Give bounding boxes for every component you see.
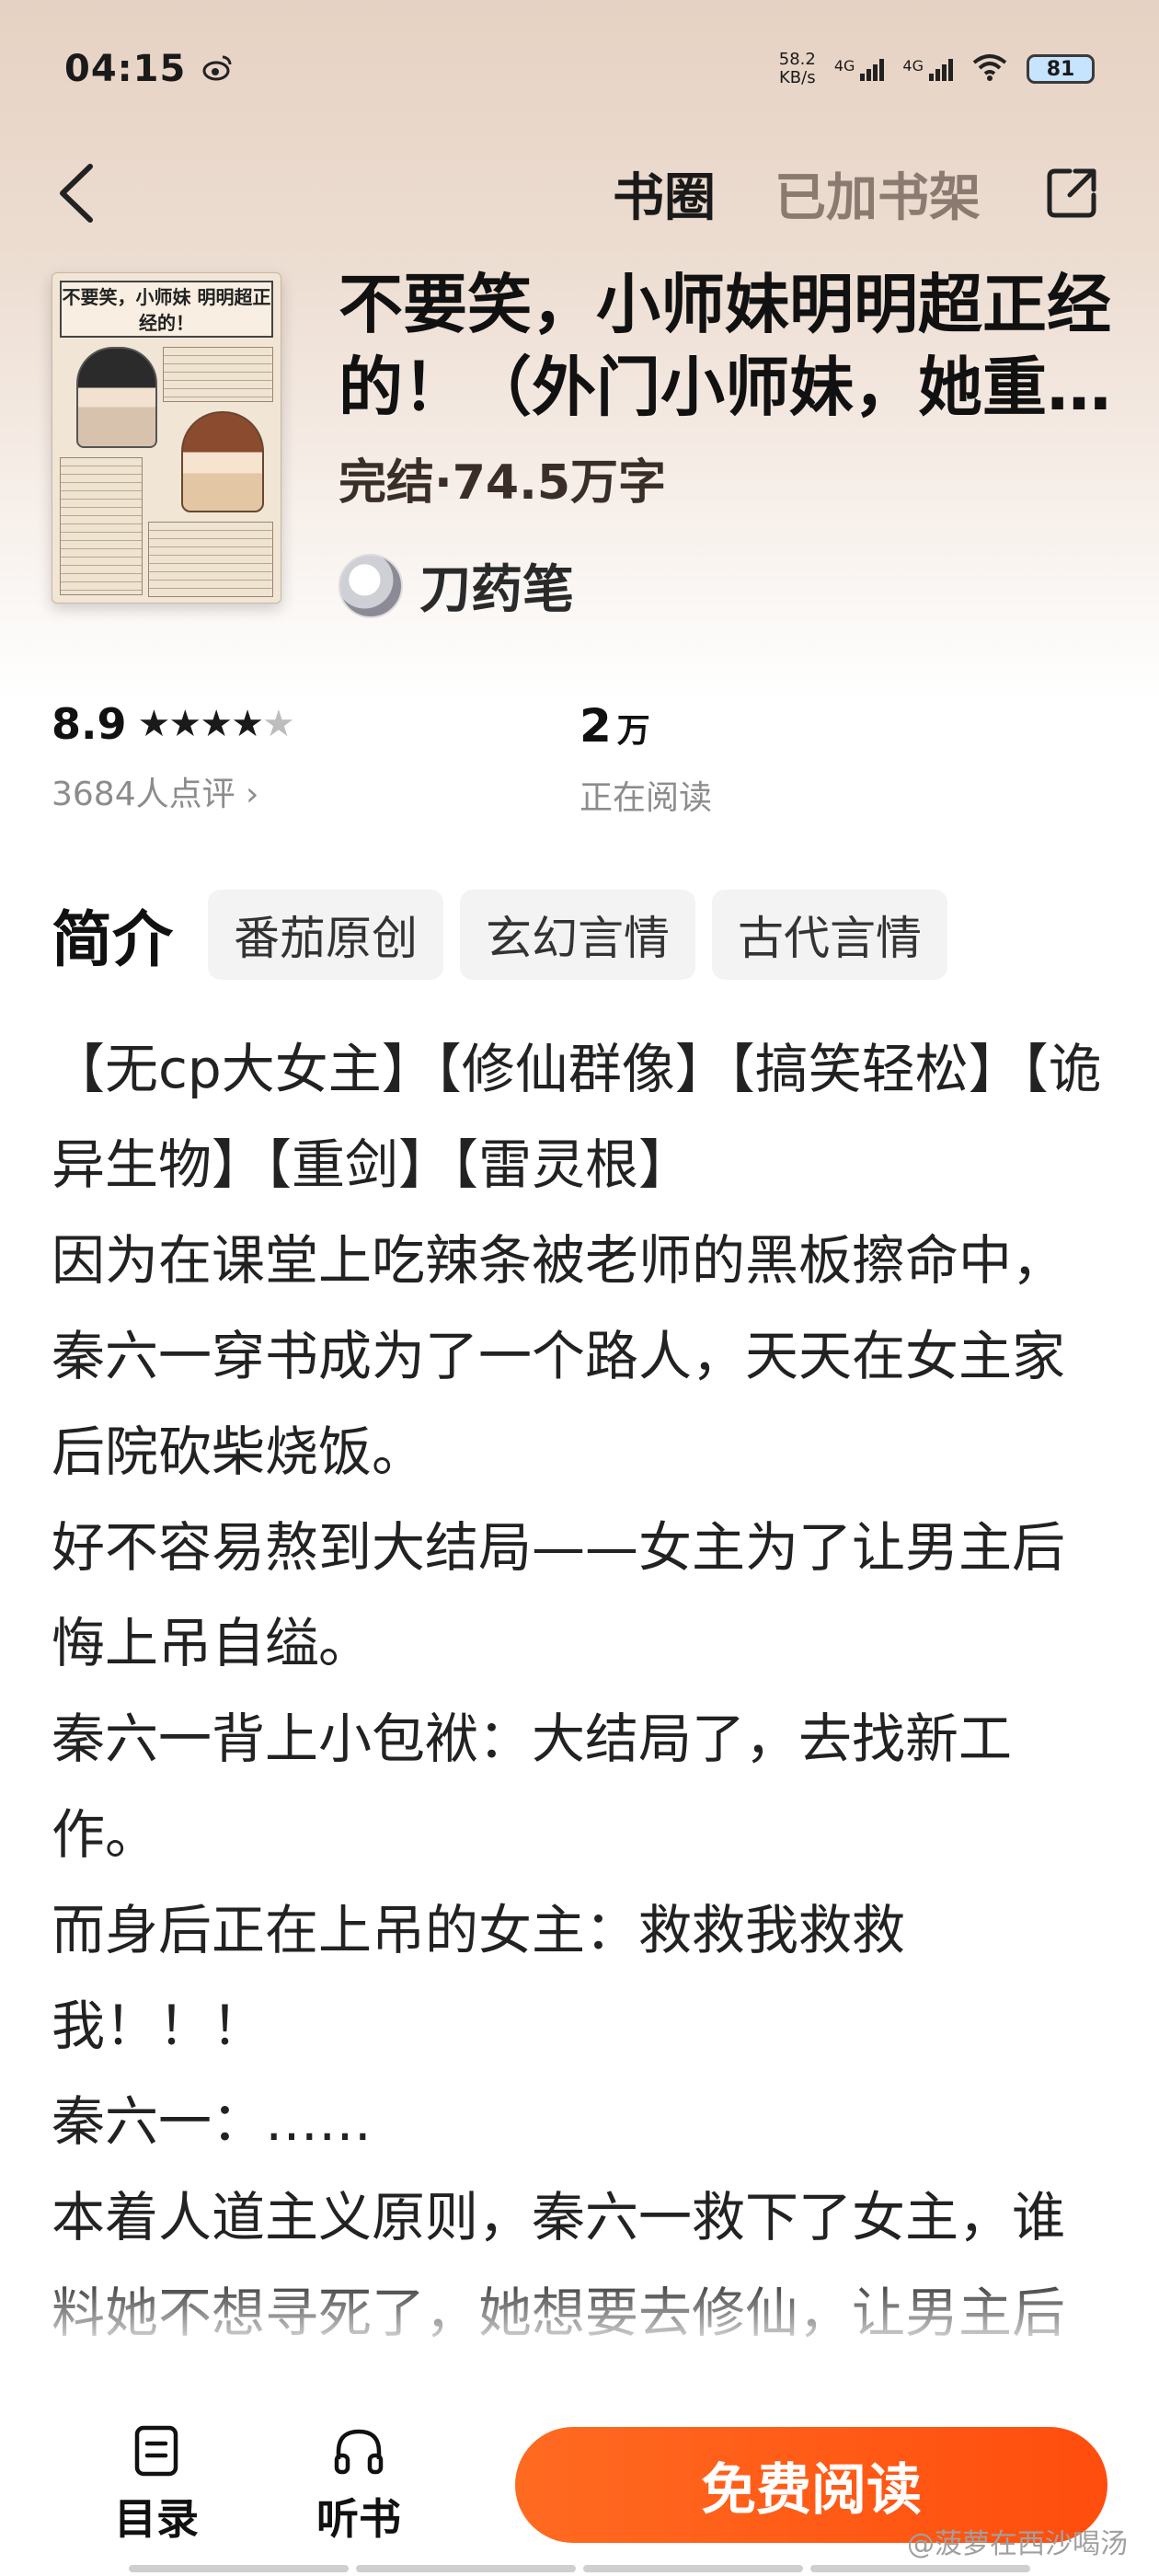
wifi-icon [971, 53, 1008, 86]
listen-button[interactable]: 听书 [304, 2423, 414, 2547]
review-count-link[interactable]: 3684人点评 › [52, 767, 293, 815]
reading-count: 2 [580, 699, 612, 753]
chevron-left-icon [60, 164, 93, 223]
rating-score: 8.9 [52, 699, 127, 749]
synopsis-paragraph: 秦六一：…… [52, 2090, 373, 2153]
reading-block: 2万 正在阅读 [580, 699, 712, 819]
book-circle-link[interactable]: 书圈 [613, 156, 716, 231]
book-cover[interactable]: 不要笑，小师妹 明明超正经的！ [52, 272, 281, 604]
rating-block[interactable]: 8.9 ★★★★★ 3684人点评 › [52, 699, 295, 815]
status-time: 04:15 [64, 48, 187, 90]
tag-chip[interactable]: 古代言情 [712, 890, 947, 980]
tag-chip[interactable]: 番茄原创 [208, 890, 443, 980]
author-row[interactable]: 刀药笔 [339, 548, 574, 623]
catalog-icon [134, 2425, 178, 2477]
synopsis-paragraph: 因为在课堂上吃辣条被老师的黑板擦命中，秦六一穿书成为了一个路人，天天在女主家后院… [52, 1229, 1066, 1483]
star-rating-icon: ★★★★★ [137, 703, 295, 745]
share-button[interactable] [1039, 161, 1104, 225]
intro-header: 简介 番茄原创 玄幻言情 古代言情 [52, 889, 947, 981]
author-name[interactable]: 刀药笔 [419, 548, 574, 623]
status-bar: 04:15 58.2 KB/s 4G 4G 81 [0, 37, 1159, 101]
book-status-wordcount: 完结·74.5万字 [339, 455, 667, 511]
book-title: 不要笑，小师妹明明超正经的！（外门小师妹，她重振宗门的法子有点邪乎） [339, 267, 1111, 425]
synopsis-fade [0, 2272, 1159, 2392]
tag-chip[interactable]: 玄幻言情 [460, 890, 695, 980]
catalog-button[interactable]: 目录 [101, 2423, 212, 2547]
catalog-label: 目录 [114, 2494, 199, 2544]
reading-label: 正在阅读 [580, 779, 713, 817]
cover-title: 不要笑，小师妹 明明超正经的！ [60, 281, 273, 338]
cover-illustration [76, 347, 157, 448]
synopsis-paragraph: 【无cp大女主】【修仙群像】【搞笑轻松】【诡异生物】【重剑】【雷灵根】 [52, 1038, 1102, 1196]
cover-illustration-2 [181, 411, 264, 512]
synopsis-text[interactable]: 【无cp大女主】【修仙群像】【搞笑轻松】【诡异生物】【重剑】【雷灵根】 因为在课… [52, 1021, 1109, 2374]
network-speed: 58.2 KB/s [778, 50, 816, 87]
intro-title: 简介 [52, 904, 173, 975]
reading-unit: 万 [616, 712, 650, 750]
synopsis-paragraph: 而身后正在上吊的女主：救救我救救我！！！ [52, 1899, 906, 2057]
book-header: 不要笑，小师妹 明明超正经的！ 不要笑，小师妹明明超正经的！（外门小师妹，她重振… [52, 267, 1119, 623]
battery-indicator: 81 [1027, 54, 1095, 84]
signal-icon-2: 4G [902, 57, 953, 81]
home-indicator [129, 2565, 1030, 2572]
top-nav: 书圈 已加书架 [0, 147, 1159, 239]
author-avatar[interactable] [339, 553, 403, 618]
signal-icon: 4G [834, 57, 885, 81]
watermark: @菠萝在西沙喝汤 [907, 2528, 1128, 2560]
book-stats: 8.9 ★★★★★ 3684人点评 › 2万 正在阅读 [52, 699, 1119, 828]
weibo-icon [202, 53, 234, 85]
share-icon [1047, 168, 1096, 218]
bottom-action-bar: 目录 听书 免费阅读 @菠萝在西沙喝汤 [0, 2392, 1159, 2576]
synopsis-paragraph: 好不容易熬到大结局——女主为了让男主后悔上吊自缢。 [52, 1516, 1066, 1674]
synopsis-paragraph: 秦六一背上小包袱：大结局了，去找新工作。 [52, 1708, 1013, 1866]
headphones-icon [334, 2429, 384, 2475]
added-to-shelf-button[interactable]: 已加书架 [775, 156, 981, 231]
listen-label: 听书 [316, 2494, 401, 2544]
back-button[interactable] [55, 156, 129, 230]
